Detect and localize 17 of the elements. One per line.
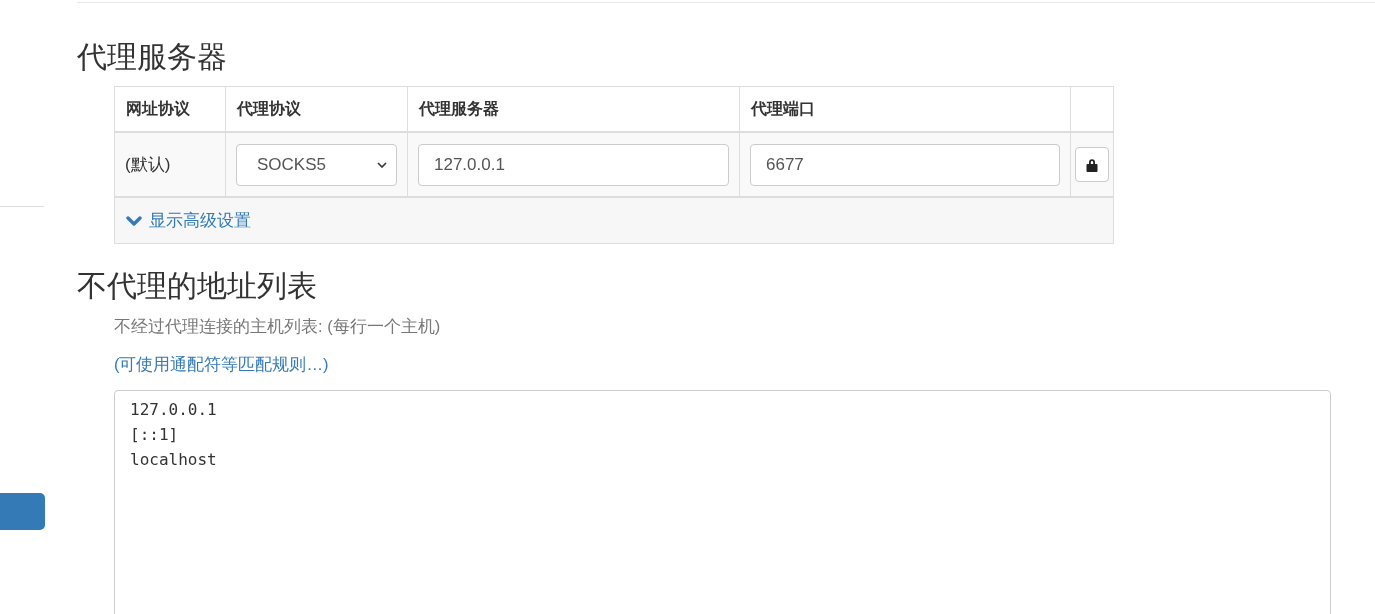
column-header: 代理协议 [225,86,408,132]
section-heading: 不代理的地址列表 [77,269,317,302]
protocol-select[interactable]: SOCKS5 [236,143,397,186]
column-header: 网址协议 [114,86,226,132]
help-link[interactable]: (可使用通配符等匹配规则…) [114,352,329,376]
column-header: 代理服务器 [407,86,740,132]
section-heading: 代理服务器 [77,40,227,73]
host-list-textarea[interactable]: 127.0.0.1 [::1] localhost [114,390,1331,614]
lock-button[interactable] [1075,147,1109,182]
description-text: 不经过代理连接的主机列表: (每行一个主机) [114,316,441,337]
port-input[interactable]: 6677 [750,143,1060,186]
advanced-settings-link[interactable]: 显示高级设置 [126,209,251,232]
server-input[interactable]: 127.0.0.1 [418,143,729,186]
column-header: 代理端口 [739,86,1071,132]
chevron-down-icon [126,215,142,226]
lock-icon [1086,157,1098,172]
chevron-down-icon [377,161,387,168]
